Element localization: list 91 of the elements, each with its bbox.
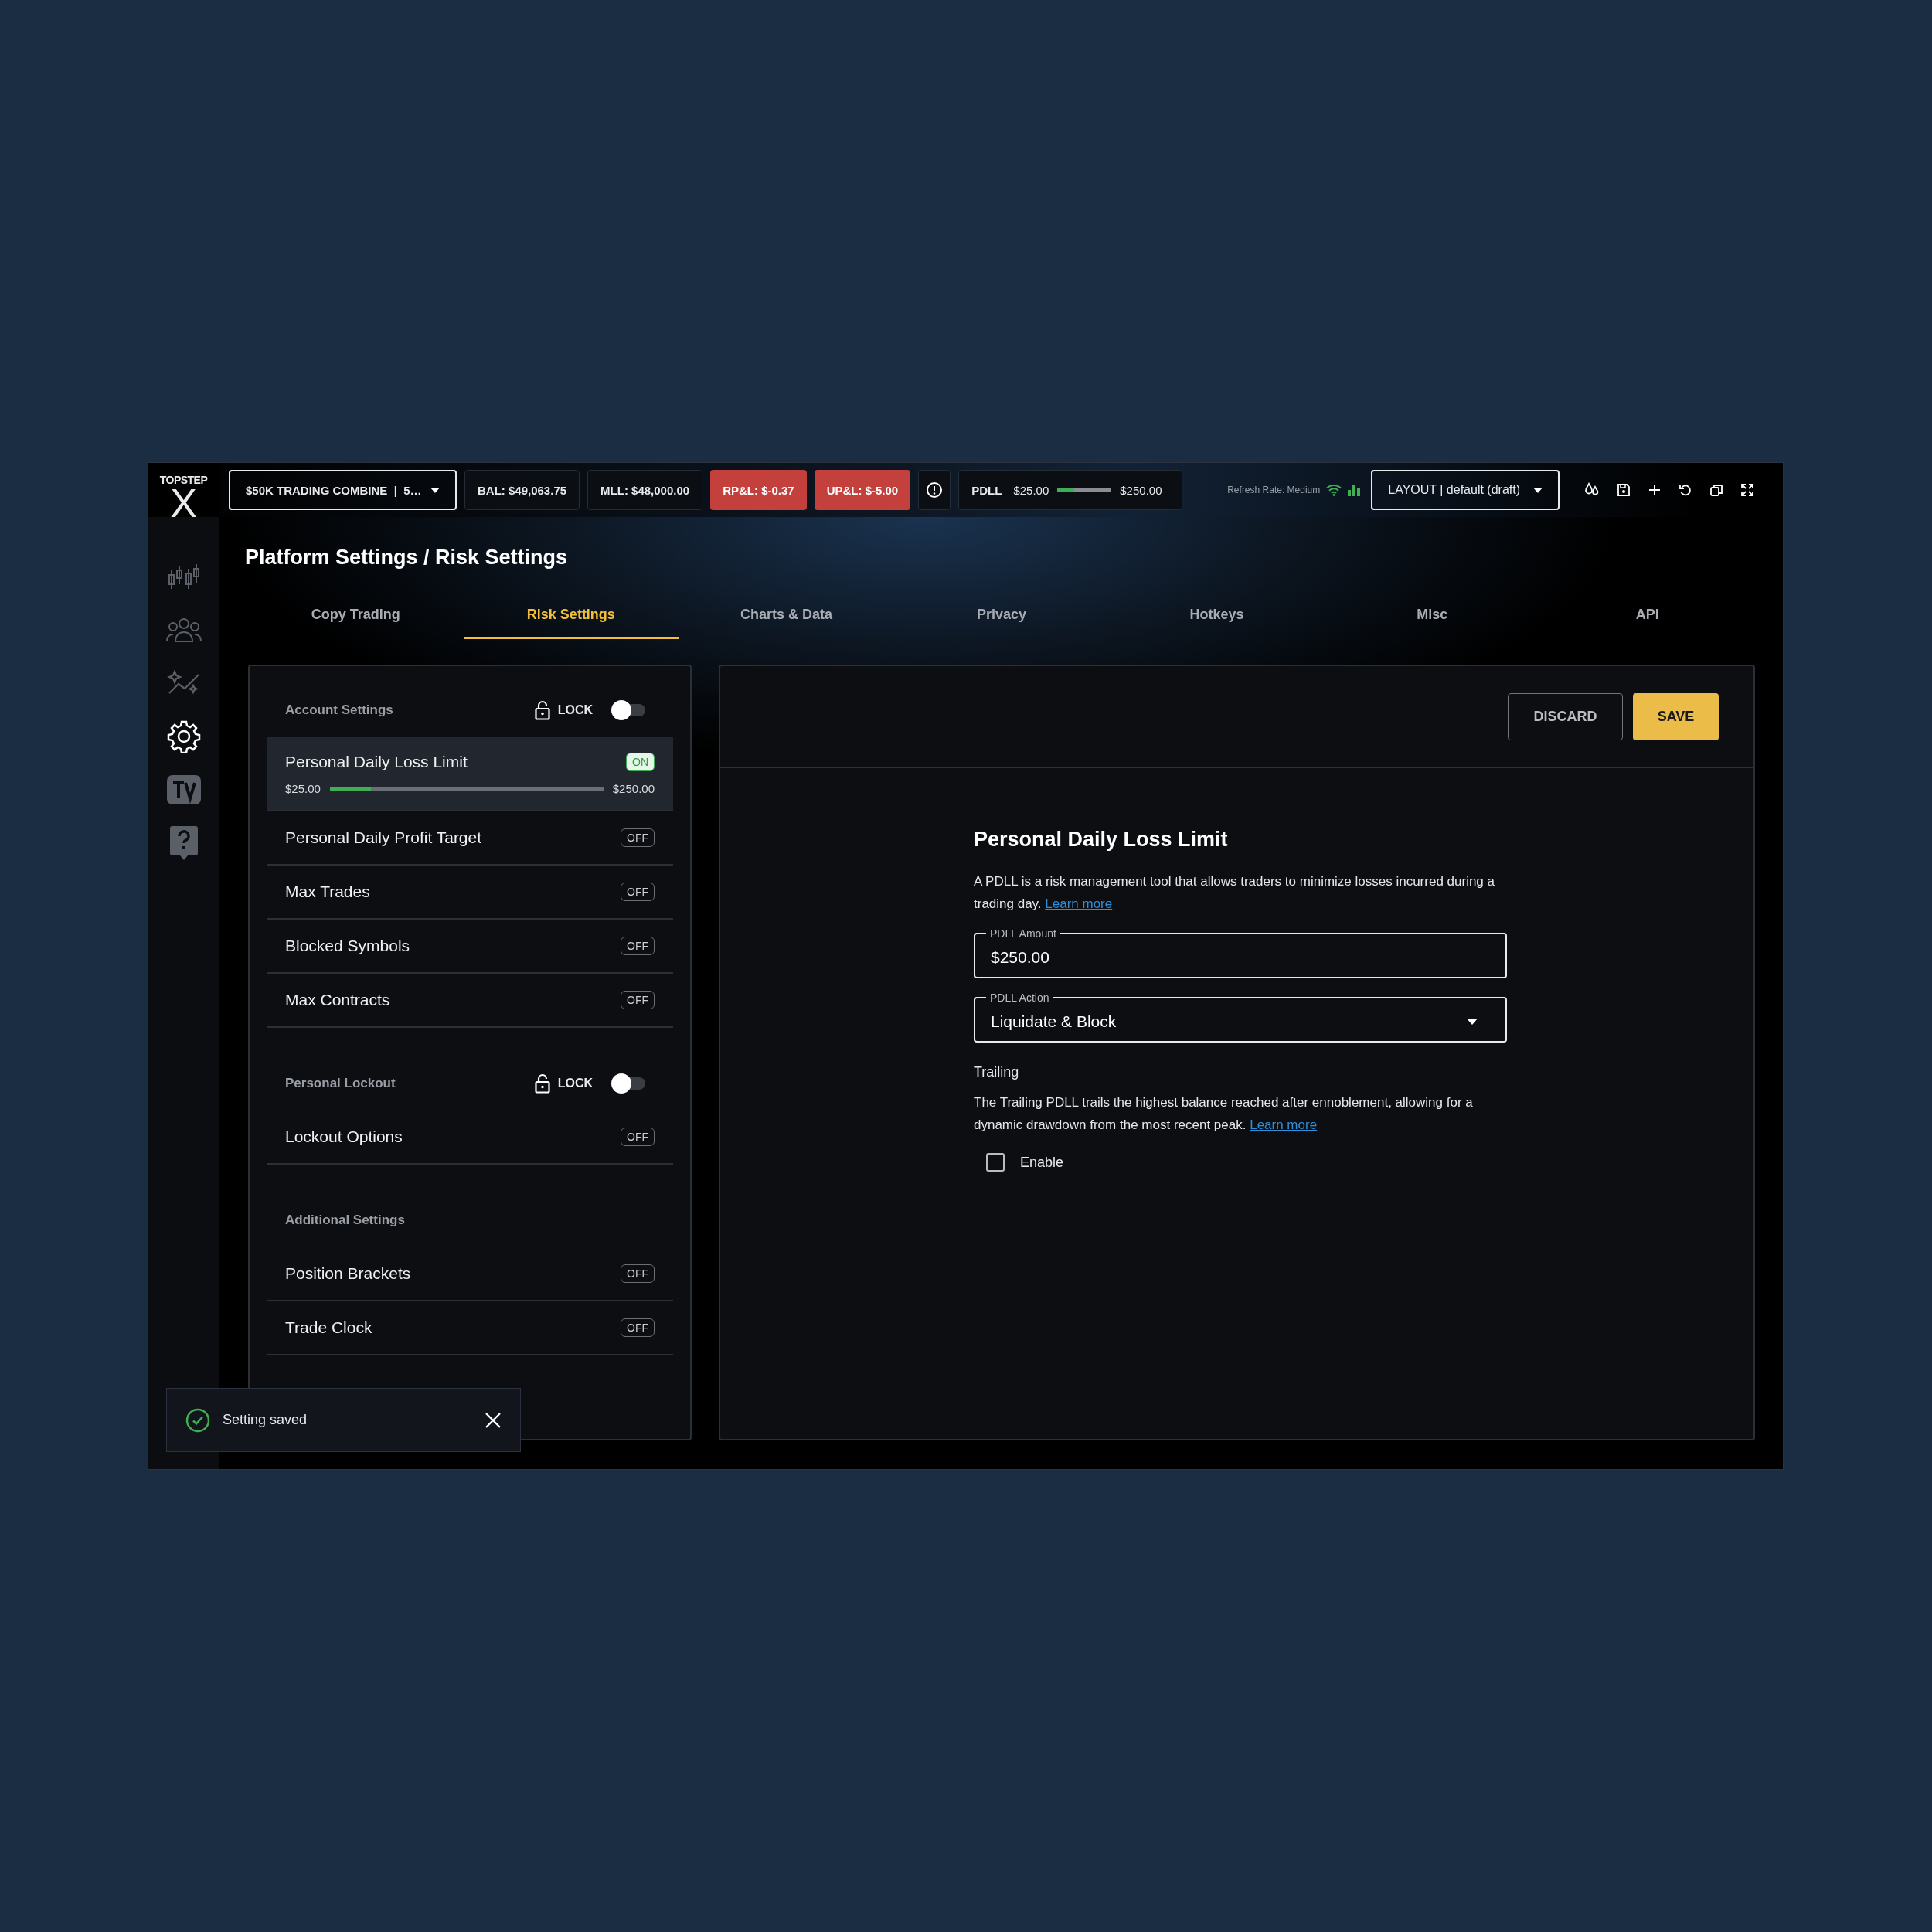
logo-mark: X [170,486,197,517]
status-badge: OFF [621,1264,655,1283]
account-dropdown[interactable]: $50K TRADING COMBINE | 5… [229,470,457,510]
success-check-icon [185,1407,210,1433]
status-badge: OFF [621,1318,655,1337]
alert-button[interactable] [918,470,951,510]
setting-label: Personal Daily Profit Target [285,828,482,847]
stat-badge: BAL: $49,063.75 [464,470,580,510]
layout-dropdown[interactable]: LAYOUT | default (draft) [1371,470,1560,510]
settings-tab[interactable]: Hotkeys [1109,593,1325,639]
undo-icon[interactable] [1679,483,1693,497]
lock-icon [534,700,550,720]
discard-button[interactable]: DISCARD [1508,692,1623,740]
setting-label: Lockout Options [285,1128,403,1146]
restore-window-icon[interactable] [1709,483,1724,497]
status-badge: OFF [621,991,655,1009]
setting-row[interactable]: Personal Daily Profit Target OFF [267,811,673,866]
field-label: PDLL Amount [989,927,1057,940]
settings-tab[interactable]: Misc [1324,593,1540,639]
field-value: Liquidate & Block [991,1012,1117,1031]
settings-tab[interactable]: Charts & Data [679,593,894,639]
field-value: $250.00 [991,947,1049,967]
setting-label: Trade Clock [285,1318,372,1337]
toast-message: Setting saved [223,1412,308,1428]
pdll-max: $250.00 [1120,483,1162,497]
close-icon[interactable] [485,1411,502,1429]
checkbox-label: Enable [1020,1154,1064,1171]
tv-badge-icon[interactable] [166,775,201,804]
signal-bars-icon [1348,484,1361,496]
caret-icon [1533,487,1543,493]
setting-label: Max Trades [285,883,370,901]
slider-max: $250.00 [612,781,655,795]
learn-more-link[interactable]: Learn more [1045,896,1113,911]
caret-icon [430,487,440,493]
status-badge: OFF [621,883,655,901]
alert-icon [926,481,944,498]
people-icon[interactable] [165,617,202,642]
settings-tab[interactable]: Risk Settings [463,593,679,639]
stat-badge: MLL: $48,000.00 [587,470,703,510]
lock-toggle[interactable] [611,700,645,720]
fullscreen-icon[interactable] [1740,483,1755,497]
field-label: PDLL Action [989,991,1050,1005]
description-text: A PDLL is a risk management tool that allows traders to minimize losses incurred during a trading day. Learn more [974,873,1495,913]
setting-label: Max Contracts [285,991,390,1009]
setting-row[interactable]: Position Brackets OFF [267,1247,673,1301]
setting-row[interactable]: Trade Clock OFF [267,1301,673,1355]
setting-row[interactable]: Lockout Options OFF [267,1111,673,1165]
setting-label: Position Brackets [285,1264,411,1283]
pdll-min: $25.00 [1013,483,1049,497]
lock-label: LOCK [557,703,593,717]
add-icon[interactable] [1648,483,1662,497]
trailing-description: The Trailing PDLL trails the highest balance reached after ennoblement, allowing for a dynamic drawdown from the most recent peak. Learn more [974,1094,1474,1134]
candlestick-icon[interactable] [166,563,201,590]
status-badge: OFF [621,1128,655,1146]
settings-tab[interactable]: Privacy [893,593,1110,639]
status-badge: OFF [621,937,655,955]
settings-tab[interactable]: Copy Trading [248,593,464,639]
setting-row[interactable]: Max Contracts OFF [267,974,673,1028]
settings-icon[interactable] [166,719,201,753]
slider-min: $25.00 [285,781,321,795]
save-icon[interactable] [1617,483,1631,497]
stat-badge: RP&L: $-0.37 [710,470,807,510]
trailing-heading: Trailing [974,1064,1020,1080]
stat-badge: UP&L: $-5.00 [814,470,911,510]
action-select[interactable]: PDLL Action Liquidate & Block [974,991,1507,1043]
drops-icon[interactable] [1584,482,1600,498]
status-badge: OFF [621,828,655,847]
setting-row[interactable]: Personal Daily Loss Limit ON $25.00 $250.00 [267,737,673,811]
setting-label: Blocked Symbols [285,937,410,955]
caret-icon [1467,1018,1478,1025]
logo-wordmark: TOPSTEP [159,474,208,486]
page-title: Platform Settings / Risk Settings [245,545,569,570]
save-button[interactable]: SAVE [1633,692,1719,740]
learn-more-link[interactable]: Learn more [1250,1117,1318,1132]
refresh-rate-label: Refresh Rate: Medium [1227,485,1321,495]
section-heading: Account Settings [285,702,394,718]
enable-checkbox[interactable] [986,1153,1005,1172]
setting-label: Personal Daily Loss Limit [285,752,468,771]
status-badge: ON [626,752,655,771]
setting-row[interactable]: Blocked Symbols OFF [267,920,673,974]
pdll-label: PDLL [971,483,1002,497]
setting-row[interactable]: Max Trades OFF [267,866,673,920]
help-icon[interactable] [169,826,198,860]
section-heading: Personal Lockout [285,1076,396,1091]
settings-tab[interactable]: API [1539,593,1756,639]
section-heading: Additional Settings [285,1213,406,1228]
lock-icon [534,1073,550,1094]
lock-toggle[interactable] [611,1073,645,1094]
wifi-icon [1326,484,1342,496]
lock-label: LOCK [557,1077,593,1090]
detail-heading: Personal Daily Loss Limit [974,827,1229,852]
